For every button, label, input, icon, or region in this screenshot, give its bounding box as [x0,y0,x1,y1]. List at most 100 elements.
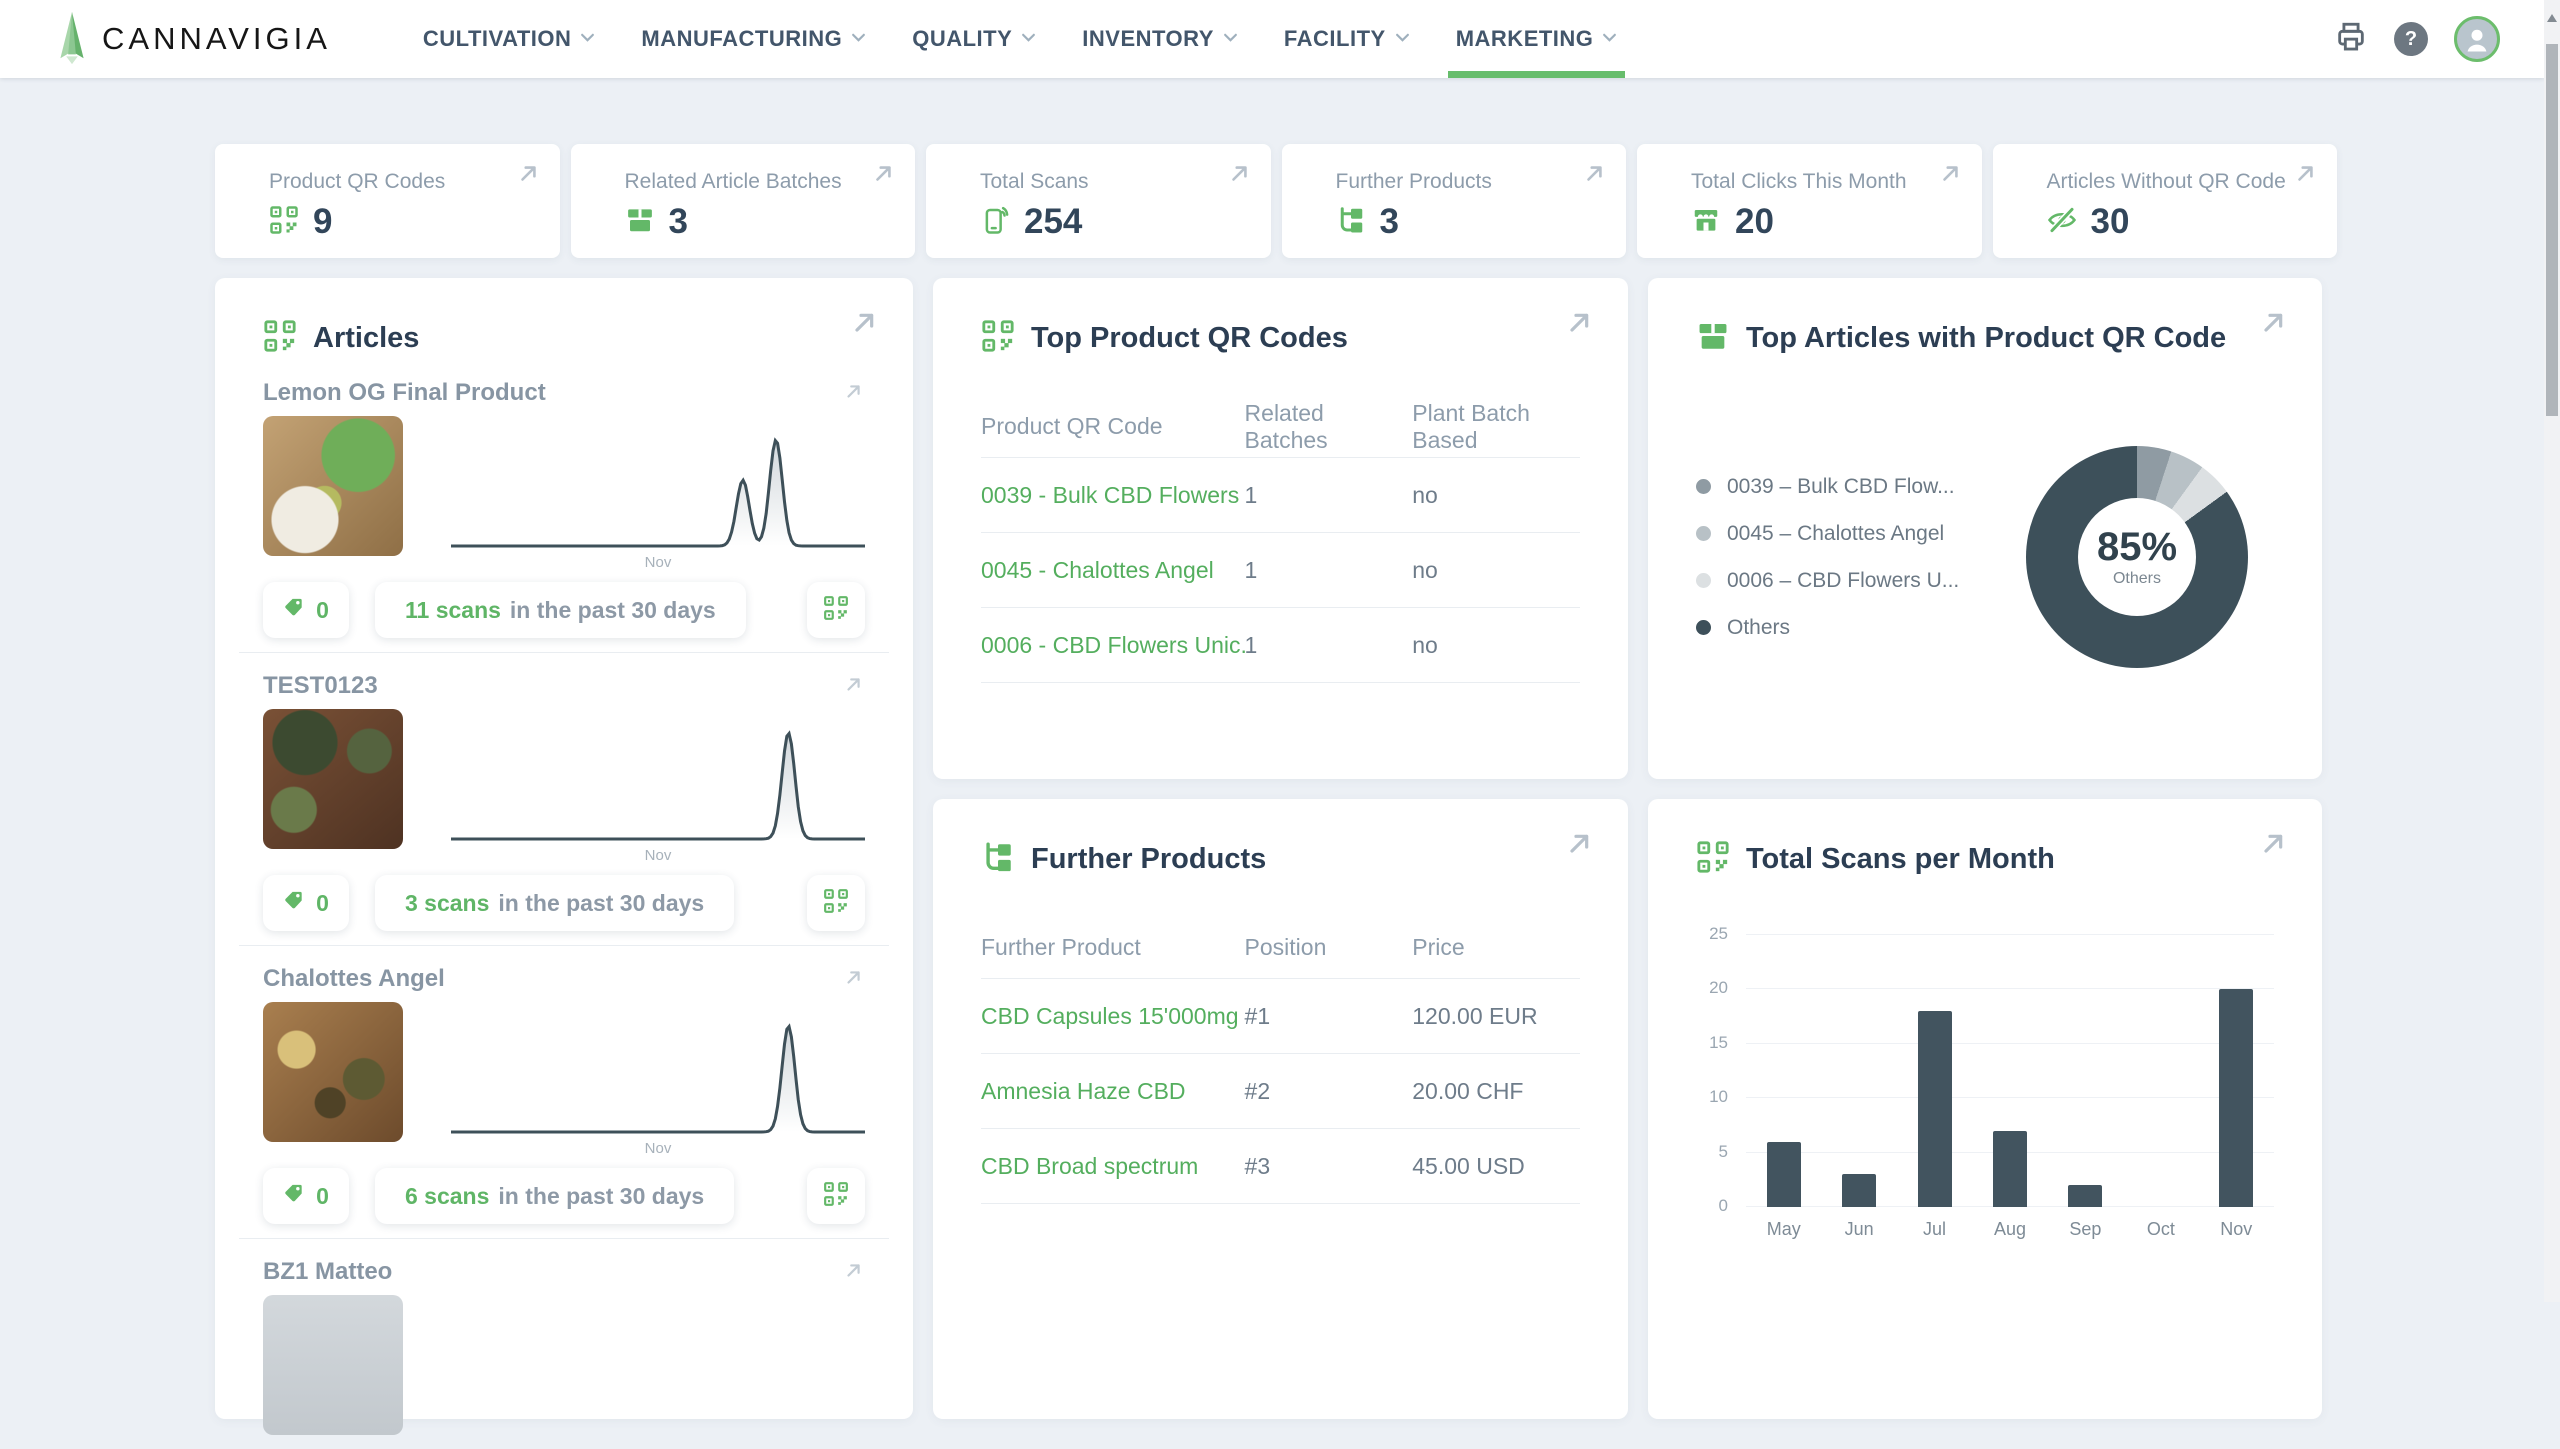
x-axis-month-label: Oct [2123,1219,2198,1240]
chevron-down-icon [1223,30,1238,48]
further-product-link[interactable]: CBD Broad spectrum [981,1153,1245,1180]
nav-item-cultivation[interactable]: CULTIVATION [423,0,595,78]
product-qr-link[interactable]: 0006 - CBD Flowers Unic... [981,632,1245,659]
active-tab-underline [1448,71,1626,78]
article-card: Lemon OG Final Product Nov [239,360,889,653]
qr-code-button[interactable] [807,875,865,931]
open-link-icon[interactable] [871,160,897,191]
open-link-icon[interactable] [843,1259,865,1286]
open-link-icon[interactable] [2258,827,2290,864]
open-link-icon[interactable] [843,966,865,993]
help-icon[interactable]: ? [2394,22,2428,56]
bar [2068,1185,2102,1207]
price-value: 120.00 EUR [1412,1003,1580,1030]
legend-label: 0039 – Bulk CBD Flow... [1727,475,1955,499]
articles-panel: Articles Lemon OG Final Product [215,278,913,1419]
nav-item-quality[interactable]: QUALITY [912,0,1036,78]
table-row: CBD Capsules 15'000mg #1 120.00 EUR [981,979,1580,1054]
open-link-icon[interactable] [849,306,881,343]
qr-code-button[interactable] [807,1168,865,1224]
position-value: #1 [1245,1003,1413,1030]
x-axis-month-label: Jun [1821,1219,1896,1240]
column-header: Plant Batch Based [1412,400,1580,454]
x-axis-month-label: Sep [2048,1219,2123,1240]
open-link-icon[interactable] [1582,160,1608,191]
price-value: 45.00 USD [1412,1153,1580,1180]
scans-count: 3 scans [405,890,489,917]
open-link-icon[interactable] [1938,160,1964,191]
open-link-icon[interactable] [843,673,865,700]
stat-card-product-qr-codes: Product QR Codes 9 [215,144,560,258]
leaf-logo-icon [52,8,92,71]
open-link-icon[interactable] [516,160,542,191]
plant-batch-value: no [1412,482,1580,509]
nav-item-inventory[interactable]: INVENTORY [1082,0,1238,78]
donut-center-value: 85% [2097,527,2177,567]
stat-value: 20 [1735,202,1774,242]
panel-title: Top Articles with Product QR Code [1746,322,2226,355]
open-link-icon[interactable] [2293,160,2319,191]
bar-slot [1746,935,1821,1207]
scans-count: 6 scans [405,1183,489,1210]
y-axis-tick-label: 15 [1709,1033,1728,1053]
sparkline-month-label: Nov [451,1140,865,1154]
nav-item-marketing[interactable]: MARKETING [1456,0,1618,78]
column-header: Position [1245,934,1413,961]
further-product-link[interactable]: CBD Capsules 15'000mg [981,1003,1245,1030]
product-qr-codes-table: Product QR Code Related Batches Plant Ba… [981,396,1580,683]
position-value: #2 [1245,1078,1413,1105]
open-link-icon[interactable] [1564,827,1596,864]
product-qr-link[interactable]: 0039 - Bulk CBD Flowers [981,482,1245,509]
tag-count-badge: 0 [263,582,349,638]
bar [1993,1131,2027,1207]
bar-chart-yaxis: 0510152025 [1696,935,1732,1207]
tree-icon [1336,205,1366,240]
stat-card-total-scans: Total Scans 254 [926,144,1271,258]
nav-item-facility[interactable]: FACILITY [1284,0,1410,78]
phone-scan-icon [980,205,1010,240]
main-menu: CULTIVATION MANUFACTURING QUALITY INVENT… [423,0,1618,78]
bar-slot [2048,935,2123,1207]
qr-code-button[interactable] [807,582,865,638]
product-qr-link[interactable]: 0045 - Chalottes Angel [981,557,1245,584]
table-header-row: Product QR Code Related Batches Plant Ba… [981,396,1580,458]
open-link-icon[interactable] [1227,160,1253,191]
scan-sparkline-chart [451,416,865,554]
eye-off-icon [2047,205,2077,240]
column-header: Product QR Code [981,413,1245,440]
vertical-scrollbar[interactable] [2544,0,2560,1302]
stats-row: Product QR Codes 9 Related Article Batch… [215,144,2337,258]
scans-suffix: in the past 30 days [498,1183,704,1210]
qr-code-icon [269,205,299,240]
further-products-table: Further Product Position Price CBD Capsu… [981,917,1580,1204]
y-axis-tick-label: 20 [1709,978,1728,998]
further-product-link[interactable]: Amnesia Haze CBD [981,1078,1245,1105]
related-batches-value: 1 [1245,557,1413,584]
scrollbar-thumb[interactable] [2546,44,2558,416]
top-nav: CANNAVIGIA CULTIVATION MANUFACTURING QUA… [0,0,2544,78]
tag-icon [283,596,306,624]
y-axis-tick-label: 5 [1719,1142,1728,1162]
open-link-icon[interactable] [843,380,865,407]
tag-count: 0 [316,1183,329,1210]
sparkline-month-label: Nov [451,847,865,861]
user-avatar[interactable] [2454,16,2500,62]
monthly-scans-bar-chart: 0510152025 [1696,935,2274,1207]
brand-logo[interactable]: CANNAVIGIA [52,8,331,71]
legend-item: 0045 – Chalottes Angel [1696,522,1959,546]
stat-value: 3 [1380,202,1399,242]
scrollbar-up-arrow[interactable] [2547,14,2557,22]
x-axis-month-label: May [1746,1219,1821,1240]
tag-icon [283,889,306,917]
article-card: Chalottes Angel Nov [239,946,889,1239]
legend-item: 0006 – CBD Flowers U... [1696,569,1959,593]
open-link-icon[interactable] [2258,306,2290,343]
table-header-row: Further Product Position Price [981,917,1580,979]
printer-icon[interactable] [2334,20,2368,59]
chevron-down-icon [1602,30,1617,48]
nav-item-manufacturing[interactable]: MANUFACTURING [641,0,866,78]
stat-card-articles-without-qr: Articles Without QR Code 30 [1993,144,2338,258]
top-product-qr-codes-panel: Top Product QR Codes Product QR Code Rel… [933,278,1628,779]
table-row: 0045 - Chalottes Angel 1 no [981,533,1580,608]
open-link-icon[interactable] [1564,306,1596,343]
